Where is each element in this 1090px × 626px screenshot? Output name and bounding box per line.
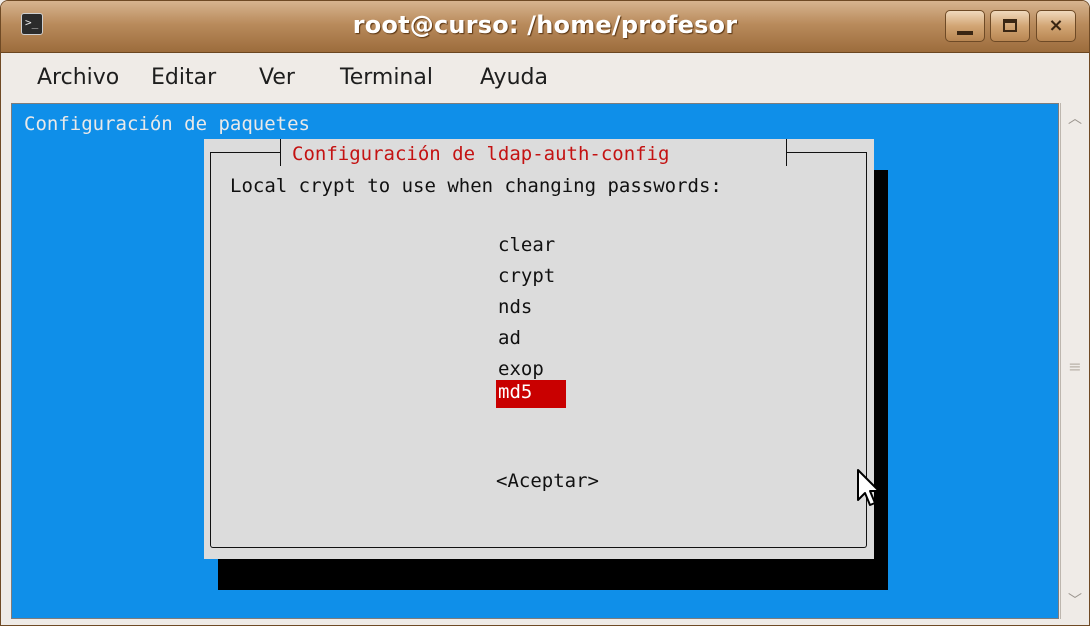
maximize-icon	[1003, 19, 1017, 32]
window-title: root@curso: /home/profesor	[352, 11, 738, 39]
minimize-icon	[957, 31, 973, 35]
menu-ayuda[interactable]: Ayuda	[480, 65, 548, 90]
config-dialog: Configuración de ldap-auth-config Local …	[204, 139, 874, 559]
dialog-frame-top-left	[210, 152, 280, 153]
terminal-screen[interactable]: Configuración de paquetes Configuración …	[11, 103, 1059, 619]
scrollbar[interactable]: ︿ ≡ ﹀	[1060, 103, 1089, 619]
option-ad[interactable]: ad	[496, 326, 566, 354]
dialog-frame-top-right	[787, 152, 867, 153]
title-bar[interactable]: >_ root@curso: /home/profesor ×	[1, 1, 1089, 53]
menu-terminal[interactable]: Terminal	[340, 65, 433, 90]
title-divider-right	[786, 139, 787, 166]
menu-archivo[interactable]: Archivo	[37, 65, 119, 90]
dialog-prompt: Local crypt to use when changing passwor…	[230, 175, 722, 197]
accept-button[interactable]: <Aceptar>	[496, 469, 599, 493]
scroll-down-arrow-icon[interactable]: ﹀	[1065, 591, 1085, 611]
terminal-header-text: Configuración de paquetes	[24, 113, 310, 135]
terminal-window: >_ root@curso: /home/profesor × Archivo …	[0, 0, 1090, 626]
menu-bar: Archivo Editar Ver Terminal Ayuda	[1, 53, 1089, 102]
option-clear[interactable]: clear	[496, 233, 566, 261]
menu-ver[interactable]: Ver	[259, 65, 295, 90]
title-divider-left	[280, 139, 281, 166]
close-button[interactable]: ×	[1036, 10, 1076, 42]
scroll-grip-icon[interactable]: ≡	[1067, 315, 1083, 419]
option-nds[interactable]: nds	[496, 295, 566, 323]
close-icon: ×	[1048, 15, 1064, 36]
option-md5-selected[interactable]: md5	[496, 380, 566, 408]
dialog-title: Configuración de ldap-auth-config	[292, 143, 670, 165]
minimize-button[interactable]	[945, 10, 985, 42]
menu-editar[interactable]: Editar	[151, 65, 216, 90]
scroll-up-arrow-icon[interactable]: ︿	[1065, 109, 1085, 129]
option-crypt[interactable]: crypt	[496, 264, 566, 292]
mouse-pointer-icon	[857, 469, 880, 506]
maximize-button[interactable]	[990, 10, 1030, 42]
